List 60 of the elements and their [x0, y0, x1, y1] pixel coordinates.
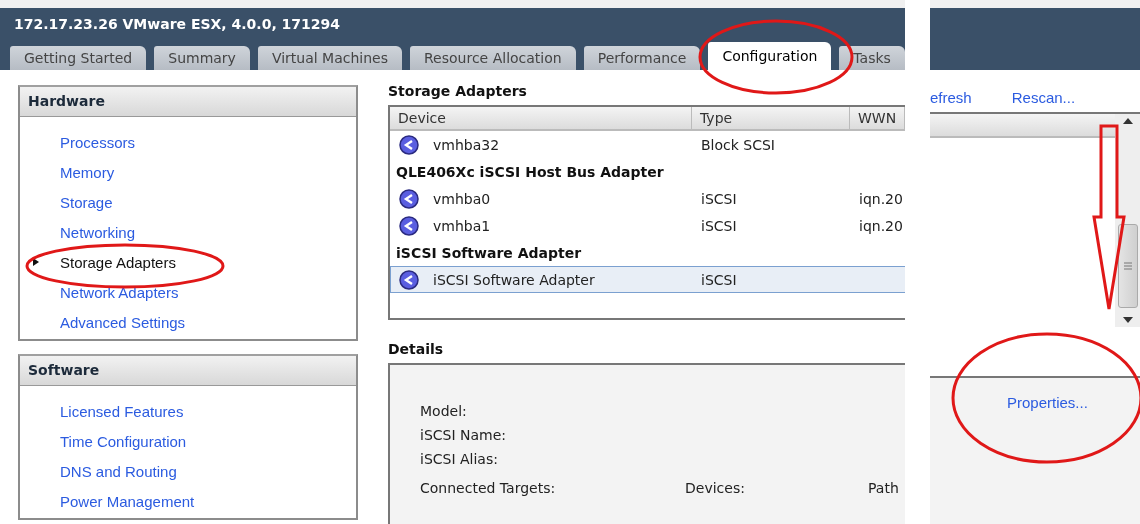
- scrollbar[interactable]: [1115, 114, 1140, 327]
- type-cell: iSCSI: [701, 217, 737, 234]
- table-row[interactable]: vmhba0 iSCSI iqn.20: [390, 185, 905, 212]
- device-name: iSCSI Software Adapter: [433, 271, 595, 288]
- column-header[interactable]: Device: [390, 107, 692, 129]
- sidebar-item[interactable]: Processors: [20, 127, 356, 157]
- type-cell: iSCSI: [701, 271, 737, 288]
- adapter-icon: [399, 215, 419, 236]
- detail-label: Connected Targets:: [420, 480, 557, 496]
- tab[interactable]: Resource Allocation: [410, 46, 576, 70]
- type-cell: iSCSI: [701, 190, 737, 207]
- sidebar-item[interactable]: Memory: [20, 157, 356, 187]
- properties-link[interactable]: Properties...: [1007, 394, 1088, 411]
- group-label: QLE406Xc iSCSI Host Bus Adapter: [395, 162, 665, 182]
- device-name: vmhba1: [433, 217, 491, 234]
- sidebar-item[interactable]: Advanced Settings: [20, 307, 356, 337]
- tab[interactable]: Summary: [154, 46, 250, 70]
- tab[interactable]: Tasks: [839, 46, 905, 70]
- column-header[interactable]: Type: [692, 107, 850, 129]
- panel-title: Hardware: [20, 87, 356, 117]
- sidebar-item[interactable]: Networking: [20, 217, 356, 247]
- wwn-cell: iqn.20: [859, 190, 903, 207]
- detail-label: iSCSI Name:: [420, 427, 508, 445]
- tab[interactable]: Getting Started: [10, 46, 147, 70]
- adapter-icon: [399, 188, 419, 209]
- detail-label: Model:: [420, 403, 468, 421]
- detail-label: Path: [868, 480, 900, 496]
- scroll-up-icon[interactable]: [1122, 118, 1133, 124]
- tab[interactable]: Performance: [583, 46, 701, 70]
- wwn-cell: iqn.20: [859, 217, 903, 234]
- sidebar-item[interactable]: Storage: [20, 187, 356, 217]
- tab[interactable]: Configuration: [708, 42, 832, 70]
- table-row[interactable]: vmhba1 iSCSI iqn.20: [390, 212, 905, 239]
- adapter-icon: [399, 134, 419, 155]
- sidebar-item[interactable]: Storage Adapters: [20, 247, 356, 277]
- selected-arrow-icon: [32, 257, 40, 267]
- action-link[interactable]: Rescan...: [1011, 89, 1076, 106]
- table-row[interactable]: iSCSI Software Adapter iSCSI: [390, 266, 905, 293]
- adapter-icon: [399, 269, 419, 290]
- window-title: 172.17.23.26 VMware ESX, 4.0.0, 171294: [13, 15, 342, 32]
- section-title: Storage Adapters: [388, 82, 528, 101]
- column-header[interactable]: WWN: [850, 107, 905, 129]
- type-cell: Block SCSI: [701, 136, 775, 153]
- table-row[interactable]: vmhba32 Block SCSI: [390, 131, 905, 158]
- detail-label: iSCSI Alias:: [420, 451, 499, 469]
- sidebar-item[interactable]: Time Configuration: [20, 426, 356, 456]
- panel-title: Software: [20, 356, 356, 386]
- detail-label: Devices:: [685, 480, 746, 496]
- action-link[interactable]: efresh: [930, 89, 972, 106]
- sidebar-item[interactable]: DNS and Routing: [20, 456, 356, 486]
- scroll-thumb[interactable]: [1117, 223, 1138, 308]
- sidebar-item[interactable]: Licensed Features: [20, 396, 356, 426]
- scroll-down-icon[interactable]: [1122, 317, 1133, 323]
- tab[interactable]: Virtual Machines: [257, 46, 402, 70]
- device-name: vmhba32: [433, 136, 500, 153]
- section-title: Details: [388, 340, 445, 359]
- sidebar-item[interactable]: Power Management: [20, 486, 356, 516]
- sidebar-item[interactable]: Network Adapters: [20, 277, 356, 307]
- device-name: vmhba0: [433, 190, 491, 207]
- group-label: iSCSI Software Adapter: [395, 243, 583, 263]
